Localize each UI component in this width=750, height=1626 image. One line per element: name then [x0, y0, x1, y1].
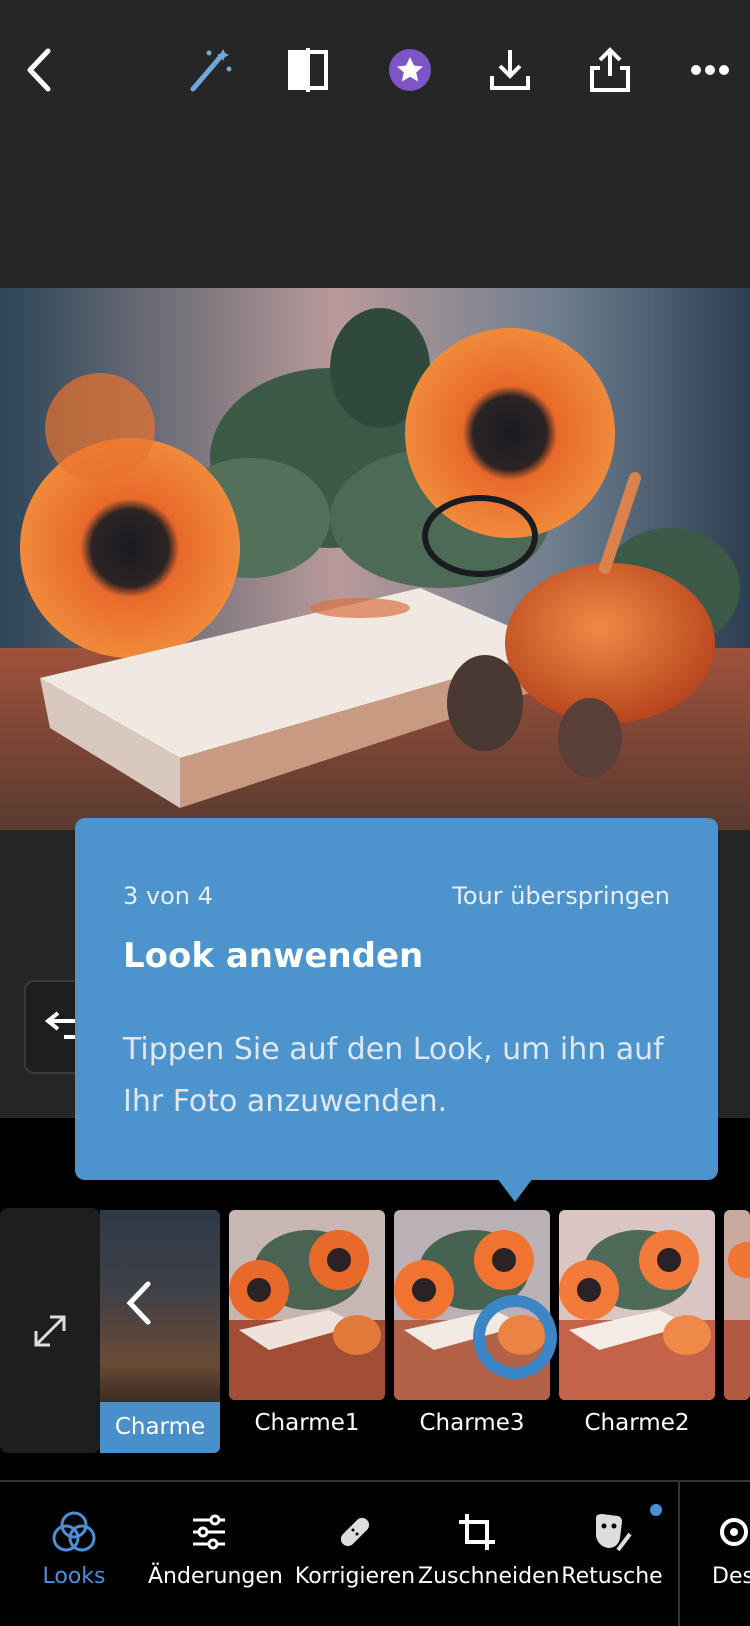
tab-edits[interactable]: Änderungen: [148, 1500, 283, 1589]
retouch-icon: [596, 1514, 632, 1552]
preset-preview-image: [559, 1210, 715, 1400]
magic-wand-icon: [190, 49, 232, 92]
tab-correct[interactable]: Korrigieren: [292, 1500, 418, 1589]
preset-preview-image: [724, 1210, 750, 1400]
skip-tour-link[interactable]: Tour überspringen: [452, 882, 670, 910]
tooltip-title: Look anwenden: [123, 936, 424, 976]
expand-icon: [34, 1315, 66, 1346]
preset-group-thumbnail: [100, 1210, 220, 1402]
auto-enhance-button[interactable]: [170, 30, 250, 110]
bottom-toolbar: Looks Änderungen Korrigieren Zuschneiden…: [0, 1480, 750, 1626]
tab-correct-label: Korrigieren: [294, 1564, 416, 1589]
photo-canvas[interactable]: [0, 288, 750, 830]
top-toolbar: [0, 0, 750, 150]
sliders-icon: [193, 1514, 225, 1550]
share-button[interactable]: [570, 30, 650, 110]
expand-panel-button[interactable]: [0, 1208, 100, 1453]
bandage-icon: [340, 1517, 370, 1547]
notification-dot: [650, 1504, 662, 1516]
design-gear-icon: [720, 1518, 748, 1546]
tab-retouch[interactable]: Retusche: [560, 1500, 664, 1589]
download-button[interactable]: [470, 30, 550, 110]
toolbar-divider: [678, 1482, 680, 1626]
crop-icon: [459, 1514, 495, 1550]
share-icon: [590, 47, 630, 92]
tooltip-step-counter: 3 von 4: [123, 882, 213, 910]
edited-photo: [0, 288, 750, 830]
premium-star-icon: [389, 49, 431, 91]
preset-preview-image: [229, 1210, 385, 1400]
more-icon: [691, 65, 729, 75]
preset-group-card[interactable]: Charme: [100, 1210, 220, 1453]
preset-label-charme3: Charme3: [419, 1410, 525, 1436]
preset-label-charme1: Charme1: [254, 1410, 360, 1436]
download-icon: [490, 50, 530, 90]
tab-retouch-label: Retusche: [561, 1564, 663, 1589]
more-options-button[interactable]: [670, 30, 750, 110]
preset-thumb-charme1[interactable]: [229, 1210, 385, 1400]
preset-group-label: Charme: [100, 1402, 220, 1453]
tab-looks-tool[interactable]: Looks: [24, 1500, 124, 1589]
tab-crop[interactable]: Zuschneiden: [418, 1500, 560, 1589]
tab-design[interactable]: Desi: [700, 1500, 750, 1589]
tab-design-label: Desi: [712, 1564, 750, 1589]
compare-icon: [288, 48, 328, 92]
tab-looks-label: Looks: [42, 1564, 106, 1589]
tab-edits-label: Änderungen: [148, 1564, 283, 1589]
back-icon: [27, 48, 51, 92]
tooltip-body: Tippen Sie auf den Look, um ihn auf Ihr …: [123, 1032, 664, 1119]
tap-hint-ring: [473, 1295, 557, 1379]
tab-crop-label: Zuschneiden: [418, 1564, 560, 1589]
premium-button[interactable]: [370, 30, 450, 110]
preset-label-charme2: Charme2: [584, 1410, 690, 1436]
tooltip-arrow: [497, 1178, 533, 1202]
back-button[interactable]: [0, 30, 80, 110]
onboarding-tooltip: 3 von 4 Tour überspringen Look anwenden …: [75, 818, 718, 1202]
looks-icon: [52, 1511, 96, 1552]
preset-thumb-charme2[interactable]: [559, 1210, 715, 1400]
compare-toggle-button[interactable]: [268, 30, 348, 110]
chevron-left-icon: [126, 1281, 151, 1325]
preset-thumb-next[interactable]: [724, 1210, 750, 1400]
